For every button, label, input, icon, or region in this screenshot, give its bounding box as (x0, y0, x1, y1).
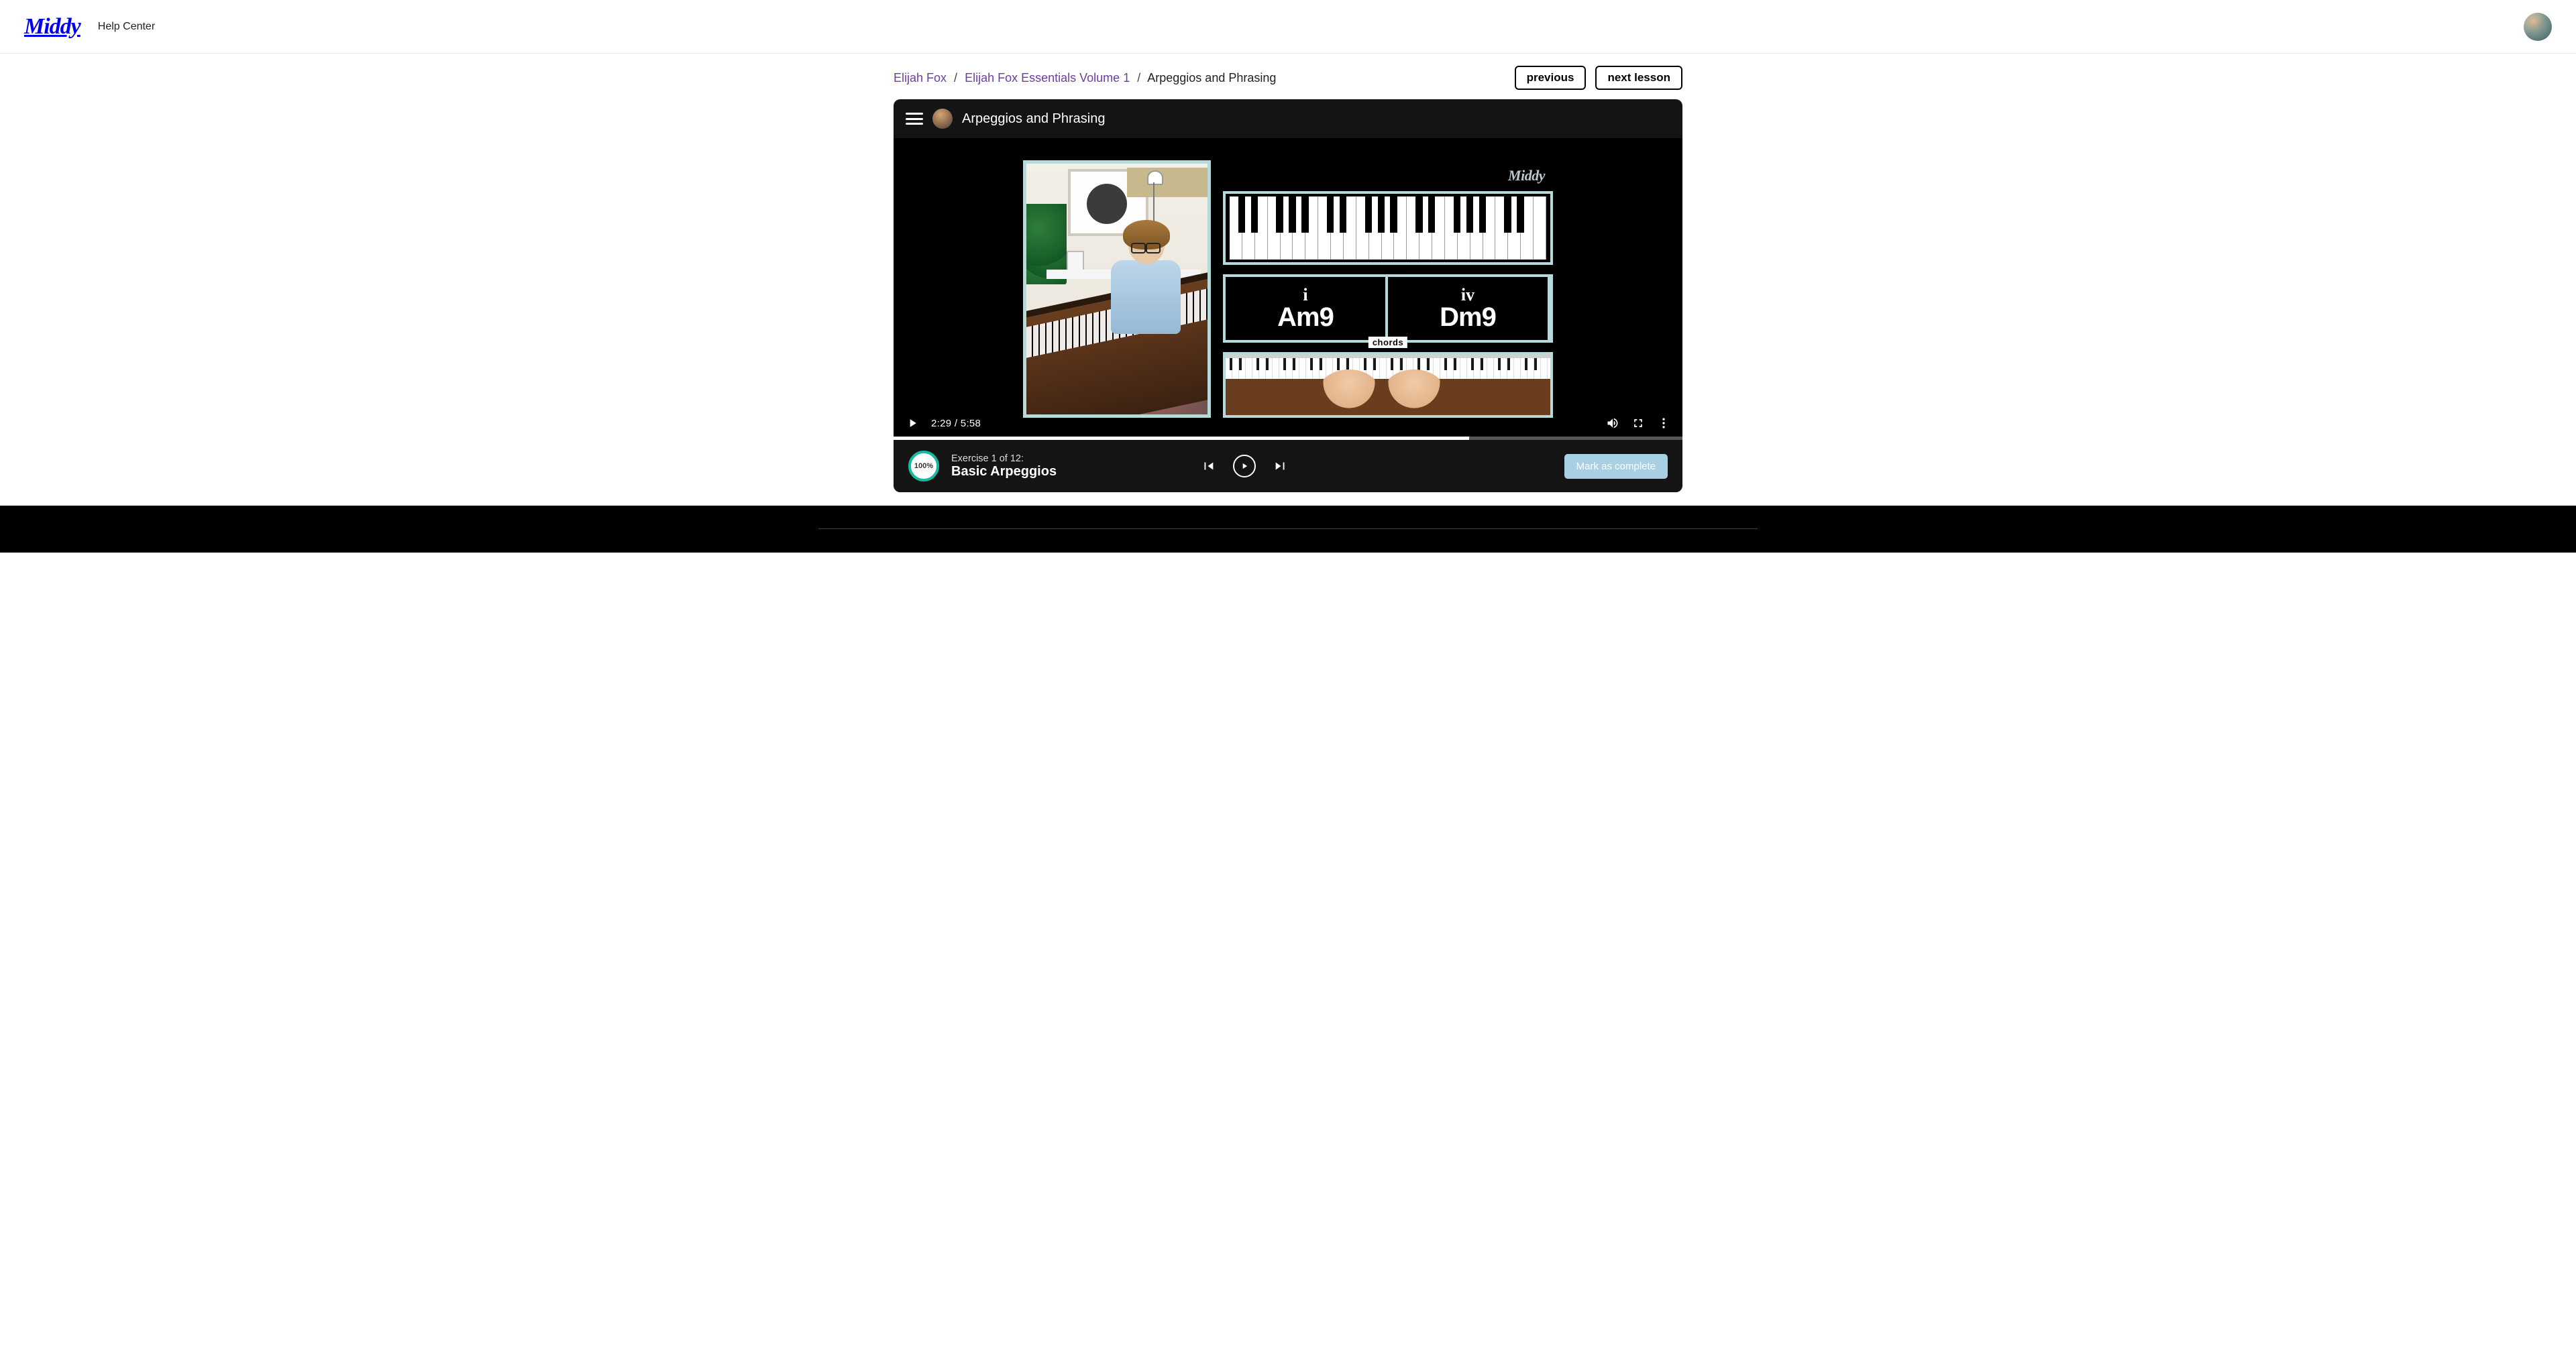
theory-overlay: i Am9 iv Dm9 chords (1223, 160, 1553, 418)
exercise-index: Exercise 1 of 12: (951, 453, 1057, 464)
menu-icon[interactable] (906, 113, 923, 125)
top-bar-left: Middy Help Center (24, 14, 155, 40)
video-watermark: Middy (1508, 167, 1545, 184)
player-card: Arpeggios and Phrasing Middy (894, 99, 1682, 492)
chord-numeral: i (1303, 286, 1307, 304)
help-center-link[interactable]: Help Center (98, 21, 155, 33)
video-frame: Middy (1016, 155, 1560, 423)
more-icon[interactable] (1657, 416, 1670, 430)
chord-name: Am9 (1277, 304, 1334, 331)
mark-complete-button[interactable]: Mark as complete (1564, 454, 1668, 479)
breadcrumb-course[interactable]: Elijah Fox Essentials Volume 1 (965, 71, 1130, 84)
breadcrumb-current: Arpeggios and Phrasing (1147, 71, 1276, 84)
exercise-transport (1201, 455, 1288, 477)
chord-row: i Am9 iv Dm9 chords (1223, 274, 1553, 343)
skip-forward-icon[interactable] (1273, 459, 1288, 473)
instructor-camera (1023, 160, 1211, 418)
tempo-badge[interactable]: 100% (908, 451, 939, 481)
previous-lesson-button[interactable]: previous (1515, 66, 1587, 90)
seek-progress (894, 437, 1469, 440)
breadcrumb: Elijah Fox / Elijah Fox Essentials Volum… (894, 71, 1276, 85)
chord-box-2: iv Dm9 (1388, 277, 1550, 340)
play-icon (1240, 461, 1249, 471)
player-header: Arpeggios and Phrasing (894, 99, 1682, 138)
video-controls: 2:29 / 5:58 (894, 406, 1682, 440)
chord-box-1: i Am9 (1226, 277, 1388, 340)
skip-back-icon[interactable] (1201, 459, 1216, 473)
breadcrumb-separator: / (1137, 71, 1140, 84)
subheader: Elijah Fox / Elijah Fox Essentials Volum… (894, 54, 1682, 99)
play-icon[interactable] (906, 416, 919, 430)
breadcrumb-separator: / (954, 71, 957, 84)
footer (0, 506, 2576, 553)
brand-logo[interactable]: Middy (24, 14, 80, 40)
next-lesson-button[interactable]: next lesson (1595, 66, 1682, 90)
exercise-title: Basic Arpeggios (951, 464, 1057, 479)
exercise-bar: 100% Exercise 1 of 12: Basic Arpeggios M… (894, 440, 1682, 492)
top-bar: Middy Help Center (0, 0, 2576, 54)
user-avatar[interactable] (2524, 13, 2552, 41)
lesson-nav: previous next lesson (1515, 66, 1682, 90)
exercise-meta: Exercise 1 of 12: Basic Arpeggios (951, 453, 1057, 479)
breadcrumb-artist[interactable]: Elijah Fox (894, 71, 947, 84)
chord-numeral: iv (1461, 286, 1474, 304)
fullscreen-icon[interactable] (1631, 416, 1645, 430)
volume-icon[interactable] (1606, 416, 1619, 430)
chord-name: Dm9 (1440, 304, 1496, 331)
keyboard-diagram (1223, 191, 1553, 265)
seek-bar[interactable] (894, 437, 1682, 440)
chord-section-label: chords (1368, 337, 1407, 348)
video-time: 2:29 / 5:58 (931, 418, 981, 429)
exercise-play-button[interactable] (1233, 455, 1256, 477)
player-title: Arpeggios and Phrasing (962, 111, 1105, 127)
instructor-avatar[interactable] (932, 109, 953, 129)
video-stage[interactable]: Middy (894, 138, 1682, 440)
